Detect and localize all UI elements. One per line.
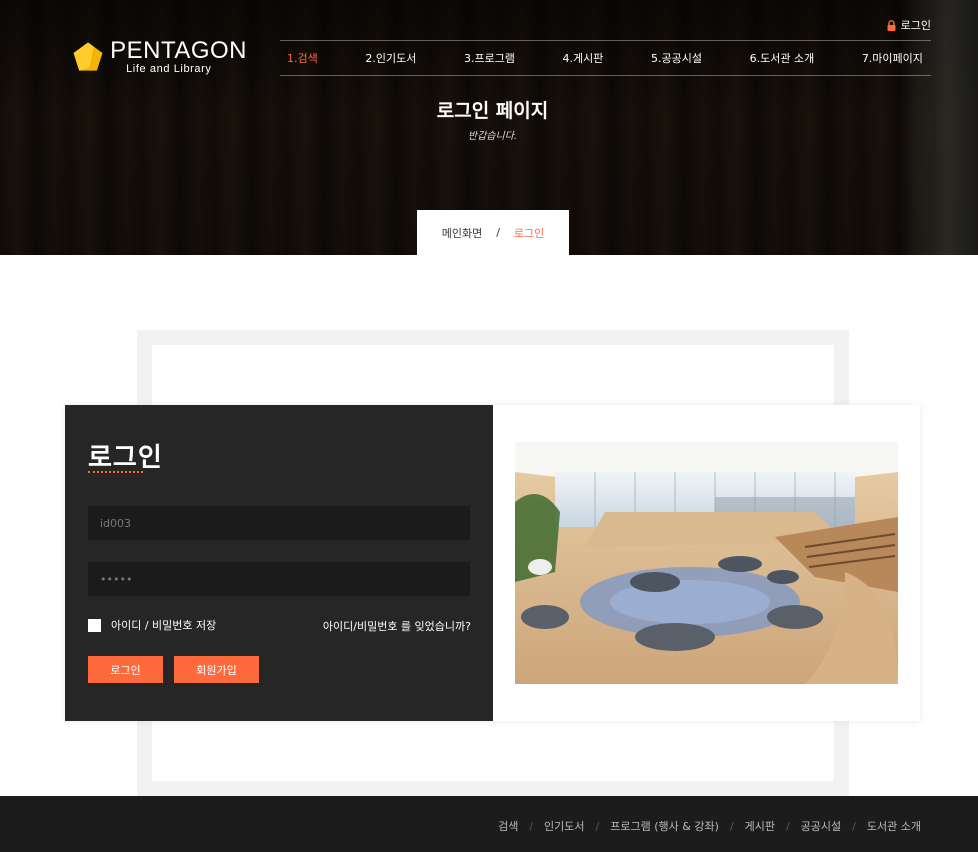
nav-item-mypage[interactable]: 7.마이페이지 (862, 50, 923, 66)
breadcrumb-current: 로그인 (513, 226, 545, 240)
breadcrumb-home[interactable]: 메인화면 (442, 225, 482, 241)
footer-separator: / (729, 819, 734, 833)
login-heading: 로그인 (88, 443, 163, 473)
page-title: 로그인 페이지 (436, 100, 549, 122)
footer-link-library-intro[interactable]: 도서관 소개 (867, 818, 921, 834)
login-form-panel: 로그인 아이디 / 비밀번호 저장 아이디/비밀번호 를 잊었습니까? 로그인 … (65, 405, 493, 721)
footer-separator: / (852, 819, 856, 833)
login-button[interactable]: 로그인 (88, 656, 163, 683)
footer: 검색 / 인기도서 / 프로그램 (행사 & 강좌) / 게시판 / 공공시설 … (0, 796, 978, 852)
footer-separator: / (529, 819, 534, 833)
library-image-panel (493, 405, 920, 721)
top-login-link[interactable]: 로그인 (887, 17, 931, 33)
user-id-input[interactable] (88, 506, 470, 540)
nav-item-library-intro[interactable]: 6.도서관 소개 (750, 50, 815, 66)
site-logo[interactable]: PENTAGON Life and Library (72, 37, 247, 77)
main-nav: 1.검색 2.인기도서 3.프로그램 4.게시판 5.공공시설 6.도서관 소개… (280, 40, 931, 76)
remember-credentials[interactable]: 아이디 / 비밀번호 저장 (88, 617, 216, 633)
pentagon-logo-icon (73, 42, 103, 71)
top-login-label: 로그인 (900, 19, 931, 32)
hero-banner: PENTAGON Life and Library 로그인 1.검색 2.인기도… (0, 0, 978, 255)
remember-label: 아이디 / 비밀번호 저장 (111, 619, 217, 632)
lock-icon (887, 19, 896, 31)
logo-title: PENTAGON (110, 36, 247, 64)
password-input[interactable] (88, 562, 470, 596)
page-subtitle: 반갑습니다. (467, 131, 518, 142)
nav-item-popular-books[interactable]: 2.인기도서 (365, 50, 416, 66)
footer-nav: 검색 / 인기도서 / 프로그램 (행사 & 강좌) / 게시판 / 공공시설 … (498, 818, 921, 834)
library-interior-image (515, 442, 898, 684)
forgot-credentials-link[interactable]: 아이디/비밀번호 를 잊었습니까? (323, 618, 471, 634)
breadcrumb: 메인화면 / 로그인 (417, 210, 569, 255)
login-card: 로그인 아이디 / 비밀번호 저장 아이디/비밀번호 를 잊었습니까? 로그인 … (65, 405, 920, 721)
footer-separator: / (595, 819, 600, 833)
footer-link-programs[interactable]: 프로그램 (행사 & 강좌) (610, 818, 719, 834)
nav-item-search[interactable]: 1.검색 (287, 50, 318, 66)
signup-button[interactable]: 회원가입 (174, 656, 259, 683)
logo-subtitle: Life and Library (126, 62, 212, 75)
footer-link-public-facilities[interactable]: 공공시설 (801, 818, 841, 834)
nav-item-public-facilities[interactable]: 5.공공시설 (651, 50, 702, 66)
footer-separator: / (785, 819, 790, 833)
nav-item-programs[interactable]: 3.프로그램 (464, 50, 515, 66)
remember-checkbox[interactable] (88, 618, 101, 632)
breadcrumb-separator: / (496, 226, 500, 239)
nav-item-board[interactable]: 4.게시판 (563, 50, 604, 66)
footer-link-board[interactable]: 게시판 (745, 818, 775, 834)
heading-underline (88, 471, 143, 473)
footer-link-popular-books[interactable]: 인기도서 (544, 818, 584, 834)
footer-link-search[interactable]: 검색 (498, 818, 518, 834)
